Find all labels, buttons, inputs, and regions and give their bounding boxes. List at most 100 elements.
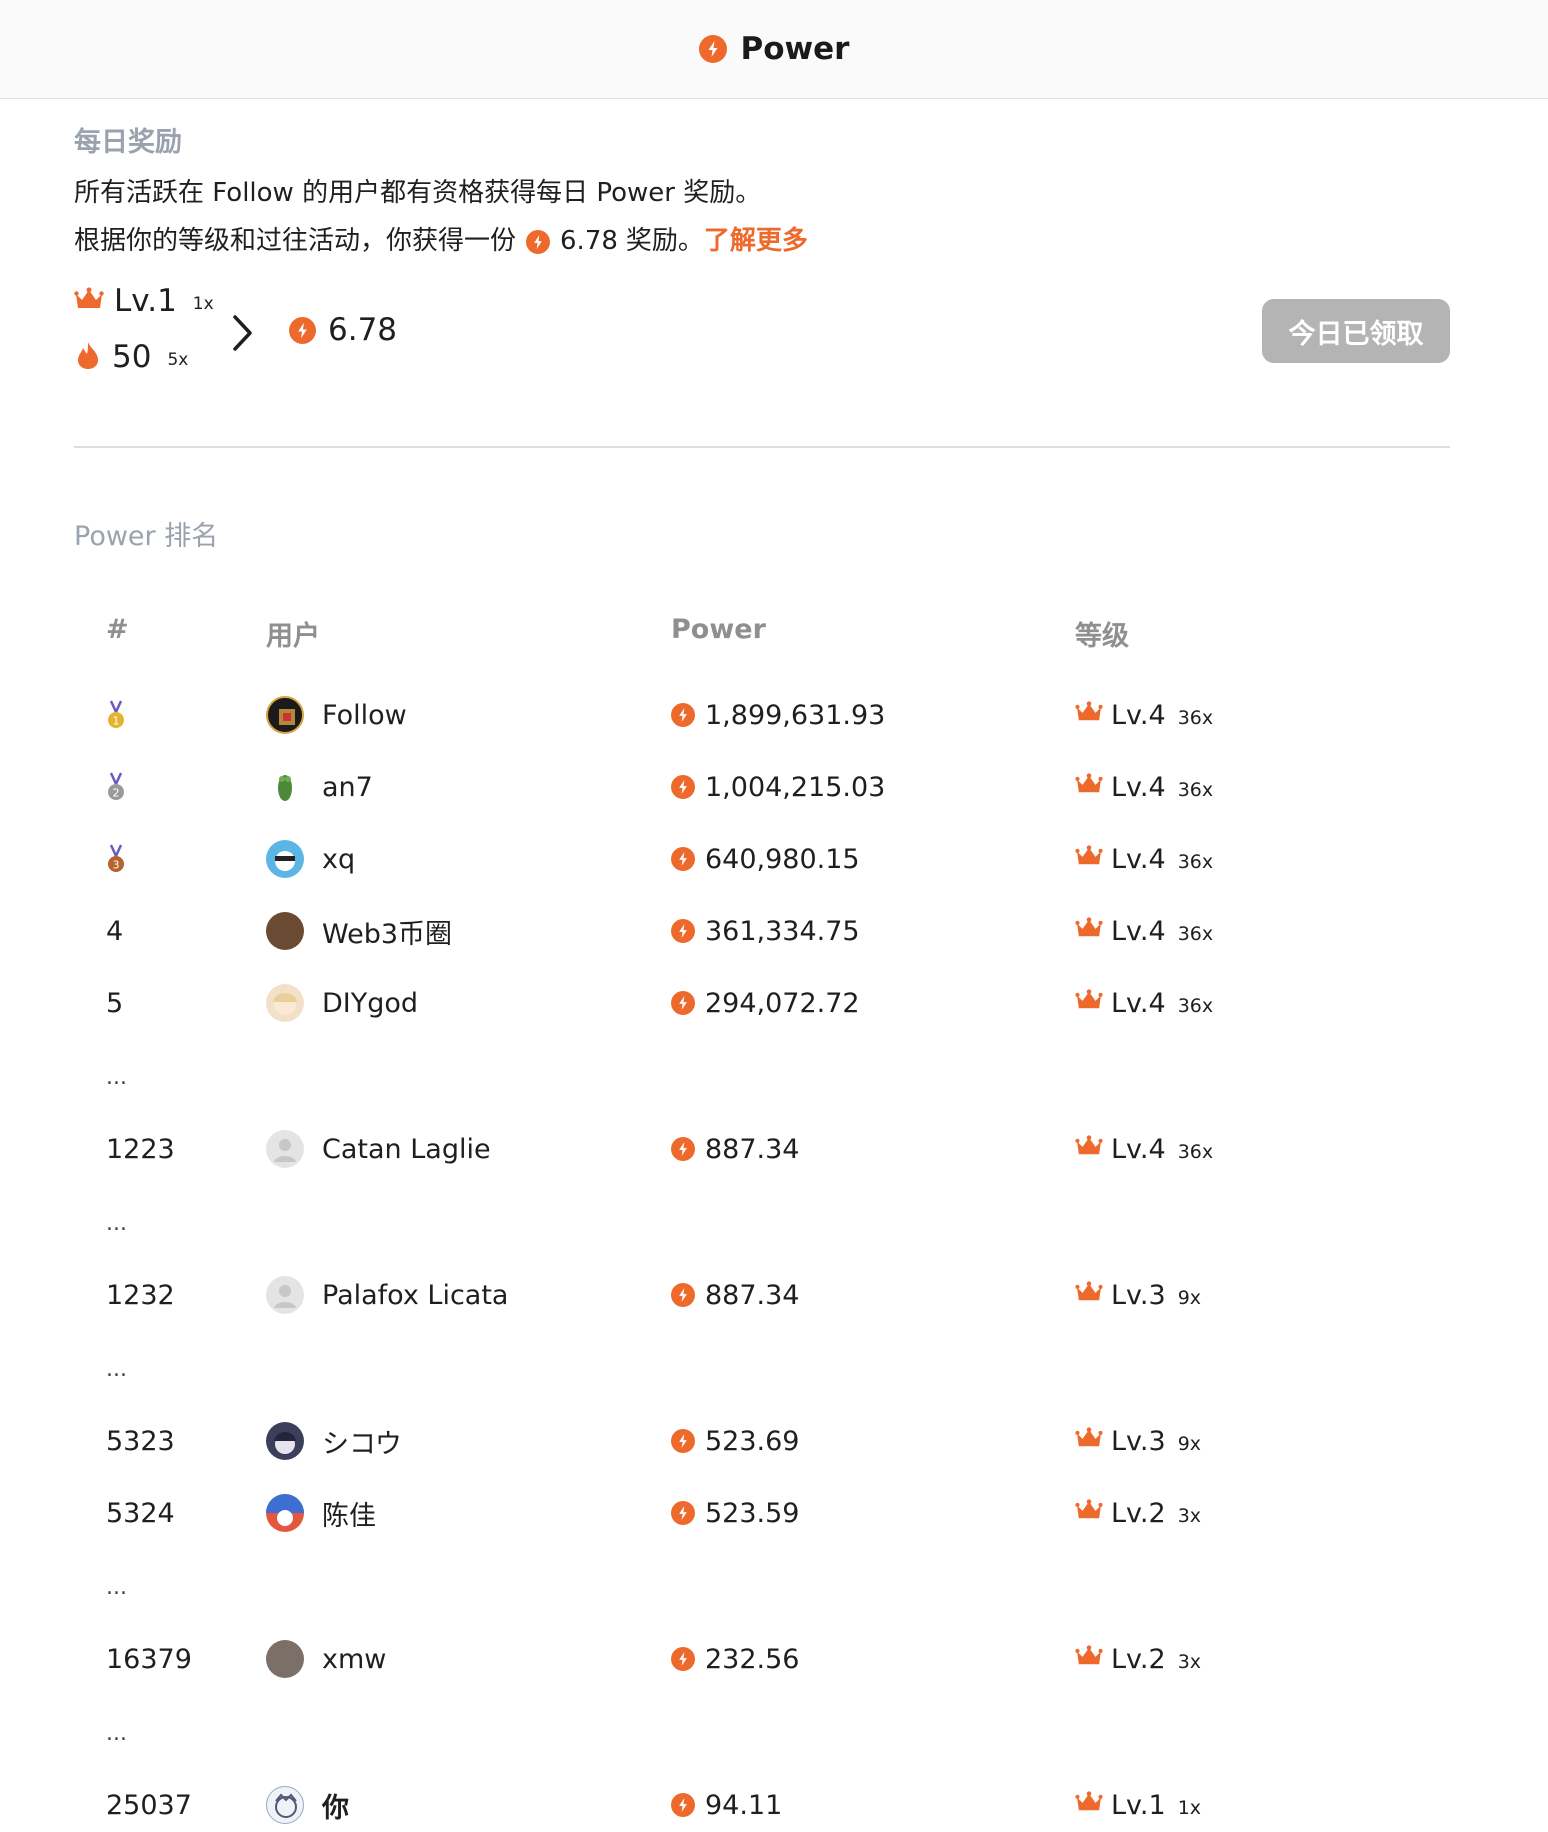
rank-number: 25037	[106, 1789, 192, 1821]
level-multiplier: 3x	[1177, 1505, 1202, 1527]
level-multiplier: 36x	[1177, 851, 1214, 873]
daily-reward-line1-text: 所有活跃在 Follow 的用户都有资格获得每日 Power 奖励。	[74, 178, 762, 208]
power-cell: 294,072.72	[671, 978, 860, 1028]
user-cell[interactable]: DIYgod	[266, 978, 418, 1028]
power-bolt-icon	[671, 1429, 695, 1453]
user-cell[interactable]: an7	[266, 762, 373, 812]
avatar[interactable]	[266, 1786, 304, 1824]
power-bolt-icon	[671, 991, 695, 1015]
power-cell: 887.34	[671, 1270, 799, 1320]
power-value: 887.34	[705, 1133, 800, 1165]
user-name[interactable]: 你	[322, 1786, 349, 1825]
silver-medal-icon: 2	[108, 772, 124, 800]
column-header-user: 用户	[266, 621, 320, 652]
svg-text:2: 2	[113, 787, 120, 800]
avatar[interactable]	[266, 1422, 304, 1460]
rank-cell: 1	[106, 690, 126, 740]
ranking-row: 5323 シコウ 523.69 Lv.3 9x	[0, 1416, 1548, 1466]
user-name[interactable]: Web3币圈	[322, 912, 452, 951]
chevron-right-icon	[233, 315, 252, 351]
avatar[interactable]	[266, 840, 304, 878]
user-name[interactable]: DIYgod	[322, 988, 418, 1019]
top-bar: Power	[0, 0, 1548, 99]
power-bolt-icon	[526, 229, 551, 254]
level-multiplier: 36x	[1177, 995, 1214, 1017]
daily-reward-amount: 6.78	[560, 226, 618, 256]
user-name[interactable]: an7	[322, 772, 373, 803]
power-value: 294,072.72	[705, 987, 860, 1019]
user-cell[interactable]: Web3币圈	[266, 906, 452, 956]
power-bolt-icon	[698, 35, 727, 63]
level-multiplier: 36x	[1177, 1141, 1214, 1163]
level-value: Lv.2	[1111, 1643, 1166, 1675]
user-name[interactable]: Palafox Licata	[322, 1280, 508, 1311]
power-cell: 232.56	[671, 1634, 799, 1684]
power-value: 232.56	[705, 1643, 800, 1675]
streak-stat: 50 5x	[74, 339, 188, 375]
avatar[interactable]	[266, 1494, 304, 1532]
level-cell: Lv.4 36x	[1075, 762, 1213, 812]
crown-icon	[1075, 1280, 1103, 1311]
power-bolt-icon	[671, 1501, 695, 1525]
level-value: Lv.4	[1111, 699, 1166, 731]
claim-button[interactable]: 今日已领取	[1262, 299, 1450, 363]
user-name[interactable]: Catan Laglie	[322, 1134, 491, 1165]
rank-number: 4	[106, 915, 124, 947]
ranking-row: 1223 Catan Laglie 887.34 Lv.4 36x	[0, 1124, 1548, 1174]
rank-cell: 3	[106, 834, 126, 884]
power-value: 523.69	[705, 1425, 800, 1457]
user-name[interactable]: xmw	[322, 1644, 386, 1675]
ranking-row: 2 an7 1,004,215.03 Lv.4 36x	[0, 762, 1548, 812]
power-cell: 523.69	[671, 1416, 799, 1466]
level-value: Lv.2	[1111, 1497, 1166, 1529]
level-value: Lv.4	[1111, 771, 1166, 803]
rank-number: 16379	[106, 1643, 192, 1675]
streak-value: 50	[112, 339, 152, 375]
avatar[interactable]	[266, 768, 304, 806]
level-multiplier: 36x	[1177, 707, 1214, 729]
avatar[interactable]	[266, 1640, 304, 1678]
level-value: Lv.4	[1111, 843, 1166, 875]
power-bolt-icon	[671, 847, 695, 871]
crown-icon	[1075, 700, 1103, 731]
avatar[interactable]	[266, 912, 304, 950]
user-cell[interactable]: シコウ	[266, 1416, 402, 1466]
avatar[interactable]	[266, 1130, 304, 1168]
column-header-rank: #	[106, 614, 129, 645]
level-multiplier: 36x	[1177, 779, 1214, 801]
level-multiplier: 1x	[192, 294, 214, 314]
learn-more-link[interactable]: 了解更多	[704, 226, 808, 257]
crown-icon	[1075, 772, 1103, 803]
power-bolt-icon	[671, 919, 695, 943]
avatar[interactable]	[266, 984, 304, 1022]
power-bolt-icon	[671, 703, 695, 727]
user-name[interactable]: Follow	[322, 700, 407, 731]
user-name[interactable]: xq	[322, 844, 355, 875]
power-cell: 640,980.15	[671, 834, 860, 884]
power-bolt-icon	[671, 775, 695, 799]
user-name[interactable]: シコウ	[322, 1422, 402, 1461]
level-stat: Lv.1 1x	[74, 283, 214, 319]
power-value: 361,334.75	[705, 915, 860, 947]
user-cell[interactable]: Follow	[266, 690, 407, 740]
power-cell: 94.11	[671, 1780, 782, 1830]
level-value: Lv.4	[1111, 1133, 1166, 1165]
avatar[interactable]	[266, 696, 304, 734]
power-value: 1,899,631.93	[705, 699, 886, 731]
level-cell: Lv.4 36x	[1075, 1124, 1213, 1174]
user-cell[interactable]: Catan Laglie	[266, 1124, 491, 1174]
gold-medal-icon: 1	[108, 700, 124, 728]
power-cell: 1,004,215.03	[671, 762, 885, 812]
avatar[interactable]	[266, 1276, 304, 1314]
user-name[interactable]: 陈佳	[322, 1494, 376, 1533]
level-cell: Lv.4 36x	[1075, 906, 1213, 956]
ranking-gap-row: ...	[0, 1344, 1548, 1394]
user-cell[interactable]: xmw	[266, 1634, 386, 1684]
ranking-gap-row: ...	[0, 1052, 1548, 1102]
user-cell[interactable]: Palafox Licata	[266, 1270, 508, 1320]
user-cell[interactable]: 你	[266, 1780, 349, 1830]
crown-icon	[1075, 988, 1103, 1019]
user-cell[interactable]: xq	[266, 834, 355, 884]
user-cell[interactable]: 陈佳	[266, 1488, 376, 1538]
power-value: 523.59	[705, 1497, 800, 1529]
